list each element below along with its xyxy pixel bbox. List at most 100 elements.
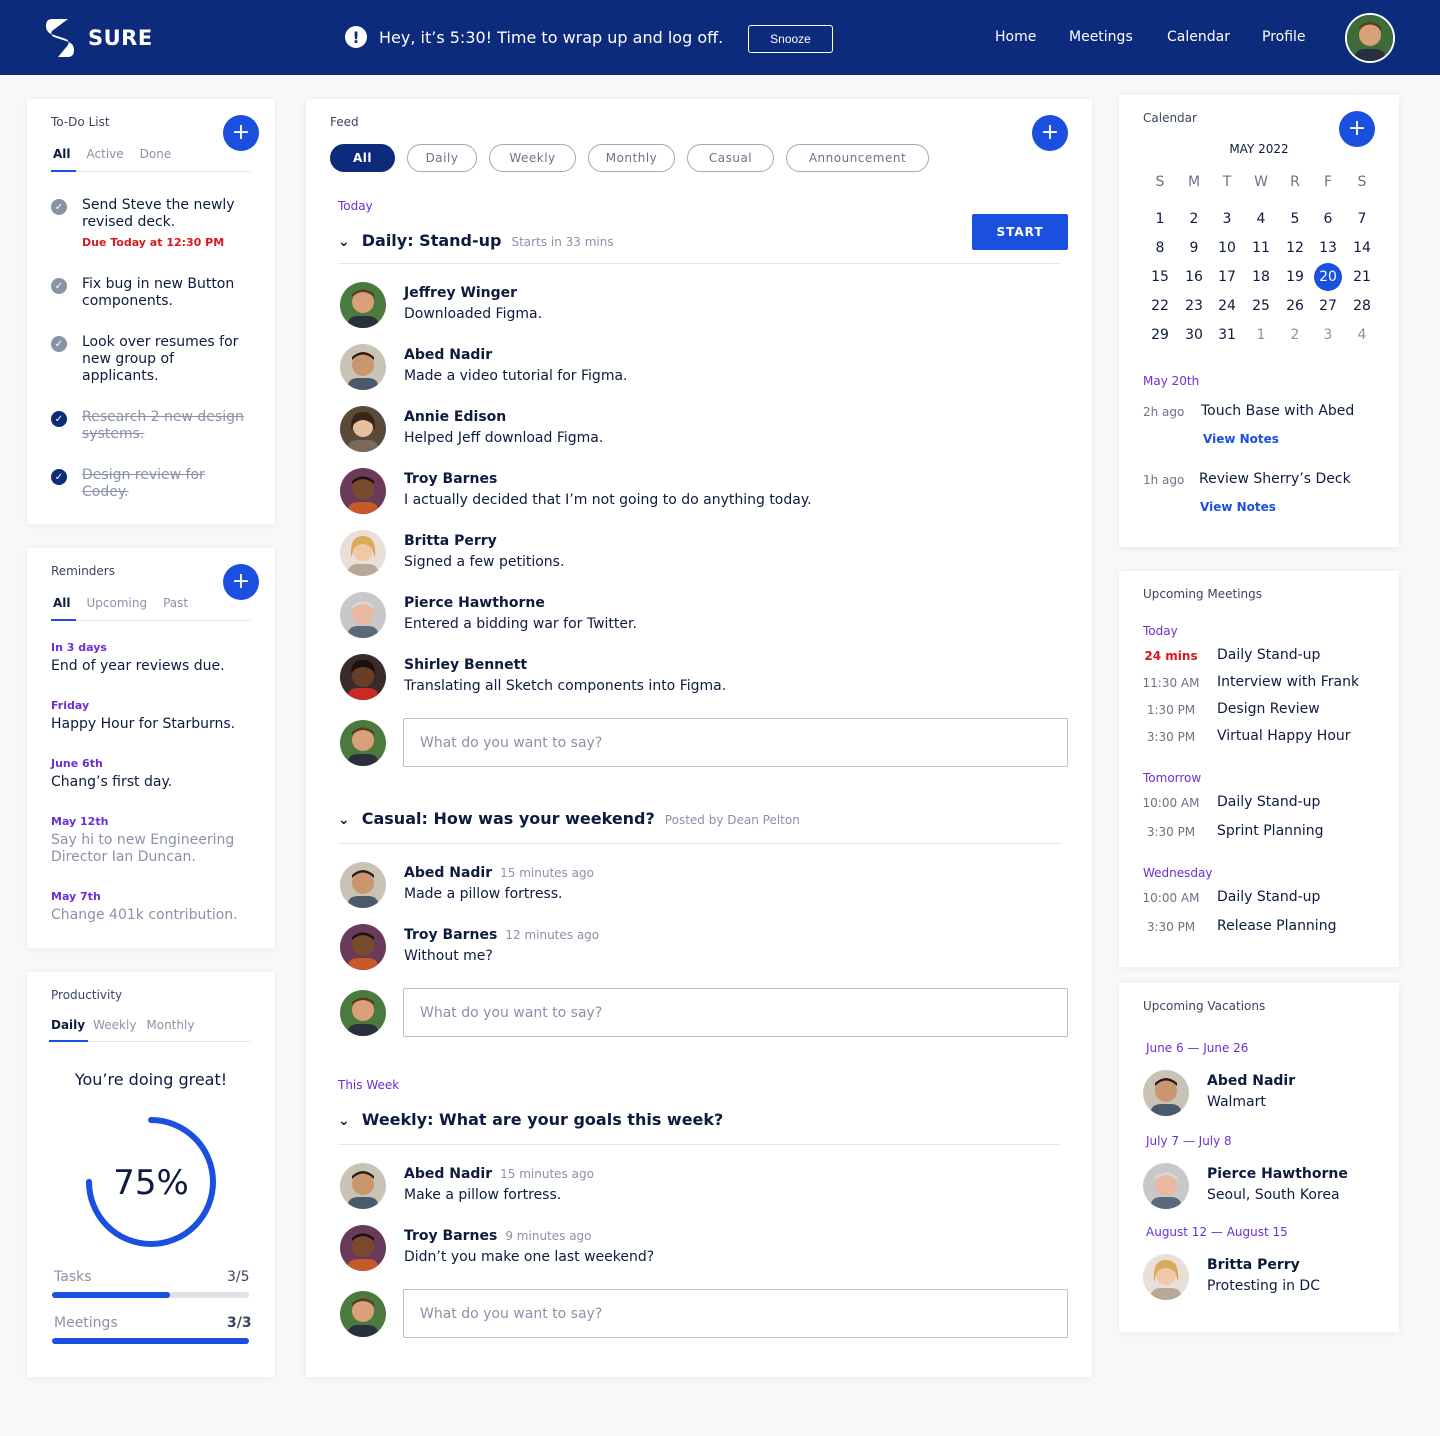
avatar[interactable] bbox=[1143, 1070, 1189, 1116]
calendar-day-selected[interactable]: 20 bbox=[1314, 263, 1342, 291]
avatar[interactable] bbox=[340, 924, 386, 970]
calendar-day[interactable]: 22 bbox=[1145, 293, 1175, 319]
check-icon[interactable]: ✓ bbox=[51, 469, 67, 485]
calendar-day[interactable]: 21 bbox=[1347, 264, 1377, 290]
filter-weekly[interactable]: Weekly bbox=[489, 144, 576, 172]
meeting-title[interactable]: Daily Stand-up bbox=[1217, 794, 1320, 810]
meeting-title[interactable]: Design Review bbox=[1217, 701, 1320, 717]
todo-item[interactable]: ✓ Research 2 new design systems. bbox=[51, 409, 251, 443]
tab-active[interactable]: Active bbox=[87, 147, 124, 161]
add-todo-button[interactable]: + bbox=[223, 115, 259, 151]
chevron-down-icon[interactable]: ⌄ bbox=[338, 812, 350, 828]
tab-done[interactable]: Done bbox=[140, 147, 172, 161]
calendar-day[interactable]: 3 bbox=[1313, 322, 1343, 348]
avatar[interactable] bbox=[340, 1163, 386, 1209]
calendar-day[interactable]: 8 bbox=[1145, 235, 1175, 261]
add-post-button[interactable]: + bbox=[1032, 115, 1068, 151]
meeting-title[interactable]: Daily Stand-up bbox=[1217, 647, 1320, 663]
calendar-day[interactable]: 13 bbox=[1313, 235, 1343, 261]
calendar-day[interactable]: 11 bbox=[1246, 235, 1276, 261]
nav-meetings[interactable]: Meetings bbox=[1069, 29, 1133, 45]
avatar[interactable] bbox=[340, 344, 386, 390]
meeting-title[interactable]: Virtual Happy Hour bbox=[1217, 728, 1351, 744]
filter-daily[interactable]: Daily bbox=[407, 144, 477, 172]
post-header[interactable]: ⌄ Weekly: What are your goals this week? bbox=[338, 1110, 723, 1129]
calendar-day[interactable]: 3 bbox=[1212, 206, 1242, 232]
check-icon[interactable]: ✓ bbox=[51, 199, 67, 215]
avatar[interactable] bbox=[1143, 1163, 1189, 1209]
reply-input[interactable] bbox=[403, 1289, 1068, 1338]
tab-all[interactable]: All bbox=[53, 147, 71, 161]
avatar[interactable] bbox=[340, 530, 386, 576]
reminder-item[interactable]: June 6th Chang’s first day. bbox=[51, 757, 261, 791]
view-notes-link[interactable]: View Notes bbox=[1200, 500, 1276, 514]
calendar-day[interactable]: 4 bbox=[1246, 206, 1276, 232]
todo-item[interactable]: ✓ Send Steve the newly revised deck. Due… bbox=[51, 197, 251, 249]
calendar-day[interactable]: 26 bbox=[1280, 293, 1310, 319]
avatar[interactable] bbox=[340, 468, 386, 514]
calendar-day[interactable]: 6 bbox=[1313, 206, 1343, 232]
filter-casual[interactable]: Casual bbox=[687, 144, 774, 172]
calendar-day[interactable]: 16 bbox=[1179, 264, 1209, 290]
calendar-day[interactable]: 2 bbox=[1179, 206, 1209, 232]
calendar-day[interactable]: 31 bbox=[1212, 322, 1242, 348]
start-button[interactable]: START bbox=[972, 214, 1068, 250]
reply-input[interactable] bbox=[403, 988, 1068, 1037]
calendar-day[interactable]: 28 bbox=[1347, 293, 1377, 319]
event-title[interactable]: Touch Base with Abed bbox=[1201, 403, 1354, 419]
calendar-day[interactable]: 14 bbox=[1347, 235, 1377, 261]
calendar-day[interactable]: 27 bbox=[1313, 293, 1343, 319]
avatar[interactable] bbox=[340, 862, 386, 908]
nav-profile[interactable]: Profile bbox=[1262, 29, 1306, 45]
calendar-day[interactable]: 30 bbox=[1179, 322, 1209, 348]
calendar-day[interactable]: 2 bbox=[1280, 322, 1310, 348]
logo[interactable]: SURE bbox=[44, 17, 153, 59]
nav-calendar[interactable]: Calendar bbox=[1167, 29, 1230, 45]
meeting-title[interactable]: Daily Stand-up bbox=[1217, 889, 1320, 905]
tab-monthly[interactable]: Monthly bbox=[146, 1018, 194, 1032]
calendar-day[interactable]: 5 bbox=[1280, 206, 1310, 232]
calendar-day[interactable]: 4 bbox=[1347, 322, 1377, 348]
check-icon[interactable]: ✓ bbox=[51, 336, 67, 352]
todo-item[interactable]: ✓ Fix bug in new Button components. bbox=[51, 276, 251, 310]
todo-item[interactable]: ✓ Look over resumes for new group of app… bbox=[51, 334, 251, 385]
calendar-day[interactable]: 25 bbox=[1246, 293, 1276, 319]
calendar-day[interactable]: 15 bbox=[1145, 264, 1175, 290]
calendar-day[interactable]: 1 bbox=[1246, 322, 1276, 348]
meeting-title[interactable]: Sprint Planning bbox=[1217, 823, 1324, 839]
avatar[interactable] bbox=[340, 654, 386, 700]
post-header[interactable]: ⌄ Daily: Stand-up Starts in 33 mins bbox=[338, 231, 614, 250]
event-title[interactable]: Review Sherry’s Deck bbox=[1199, 471, 1351, 487]
calendar-day[interactable]: 18 bbox=[1246, 264, 1276, 290]
avatar[interactable] bbox=[340, 406, 386, 452]
check-icon[interactable]: ✓ bbox=[51, 278, 67, 294]
filter-all[interactable]: All bbox=[330, 144, 395, 172]
calendar-day[interactable]: 19 bbox=[1280, 264, 1310, 290]
check-icon[interactable]: ✓ bbox=[51, 411, 67, 427]
calendar-day[interactable]: 9 bbox=[1179, 235, 1209, 261]
calendar-day[interactable]: 24 bbox=[1212, 293, 1242, 319]
reminder-item[interactable]: May 12th Say hi to new Engineering Direc… bbox=[51, 815, 261, 866]
reminder-item[interactable]: Friday Happy Hour for Starburns. bbox=[51, 699, 261, 733]
avatar[interactable] bbox=[1143, 1254, 1189, 1300]
meeting-title[interactable]: Interview with Frank bbox=[1217, 674, 1359, 690]
user-avatar[interactable] bbox=[1345, 13, 1395, 63]
reminder-item[interactable]: May 7th Change 401k contribution. bbox=[51, 890, 261, 924]
calendar-day[interactable]: 29 bbox=[1145, 322, 1175, 348]
calendar-day[interactable]: 1 bbox=[1145, 206, 1175, 232]
tab-weekly[interactable]: Weekly bbox=[93, 1018, 136, 1032]
avatar[interactable] bbox=[340, 592, 386, 638]
filter-monthly[interactable]: Monthly bbox=[588, 144, 675, 172]
todo-item[interactable]: ✓ Design review for Codey. bbox=[51, 467, 251, 501]
avatar[interactable] bbox=[340, 1225, 386, 1271]
tab-past[interactable]: Past bbox=[163, 596, 188, 610]
post-header[interactable]: ⌄ Casual: How was your weekend? Posted b… bbox=[338, 809, 800, 828]
avatar[interactable] bbox=[340, 282, 386, 328]
filter-announcement[interactable]: Announcement bbox=[786, 144, 929, 172]
calendar-day[interactable]: 23 bbox=[1179, 293, 1209, 319]
calendar-day[interactable]: 17 bbox=[1212, 264, 1242, 290]
view-notes-link[interactable]: View Notes bbox=[1203, 432, 1279, 446]
calendar-day[interactable]: 12 bbox=[1280, 235, 1310, 261]
tab-upcoming[interactable]: Upcoming bbox=[87, 596, 148, 610]
reply-input[interactable] bbox=[403, 718, 1068, 767]
